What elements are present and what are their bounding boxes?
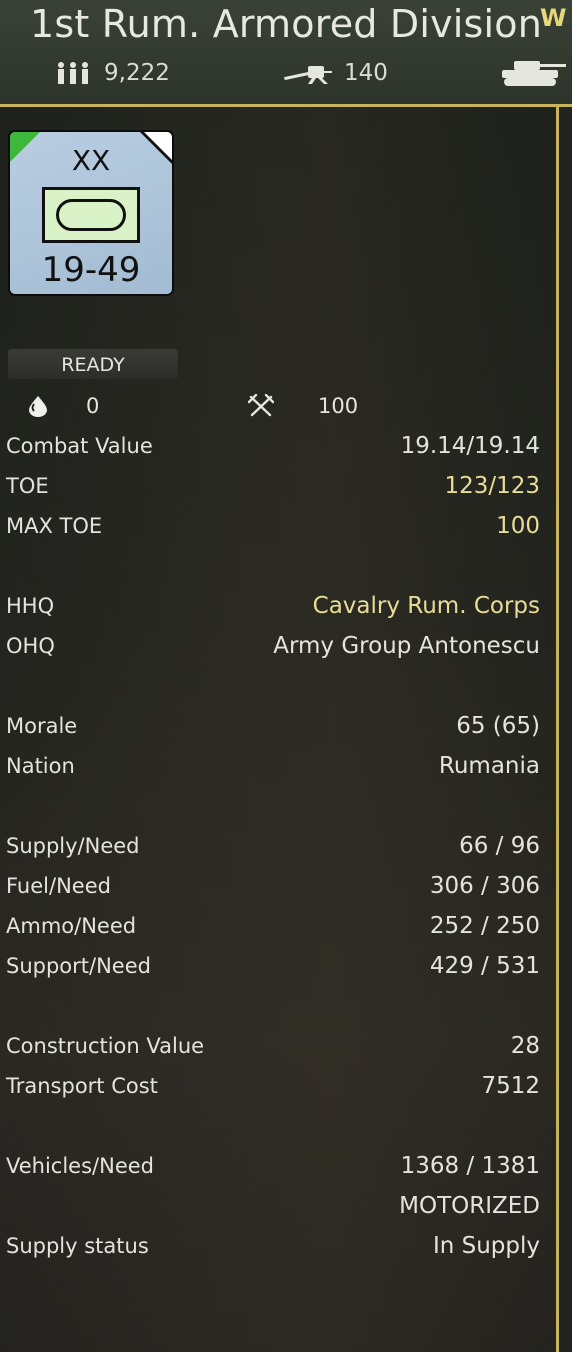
stat-label: MAX TOE [6, 514, 103, 538]
fatigue-stat: 0 [28, 392, 99, 420]
stat-label: Transport Cost [6, 1074, 158, 1098]
stat-row-nation: Nation Rumania [6, 749, 540, 783]
stat-row-ohq: OHQ Army Group Antonescu [6, 629, 540, 663]
stat-label: TOE [6, 474, 49, 498]
stat-row-combat-value: Combat Value 19.14/19.14 [6, 429, 540, 463]
stat-value: 66 / 96 [459, 833, 540, 859]
men-stat: 9,222 [56, 58, 170, 88]
stat-value: 252 / 250 [429, 913, 540, 939]
stat-row-support: Support/Need 429 / 531 [6, 949, 540, 983]
strength-label: 19-49 [41, 250, 141, 290]
stat-value: 65 (65) [456, 713, 540, 739]
unit-title: 1st Rum. Armored Division [30, 2, 543, 46]
armor-symbol [42, 187, 140, 243]
stat-value: 19.14/19.14 [400, 433, 540, 459]
stat-label: Construction Value [6, 1034, 205, 1058]
stat-value: Rumania [438, 753, 540, 779]
stat-row-fuel: Fuel/Need 306 / 306 [6, 869, 540, 903]
tank-icon [502, 61, 566, 86]
movement-type: MOTORIZED [399, 1193, 540, 1219]
men-count: 9,222 [104, 60, 170, 86]
stat-label: Combat Value [6, 434, 153, 458]
stat-row-supply-status: Supply status In Supply [6, 1229, 540, 1263]
fatigue-value: 0 [86, 394, 100, 418]
stat-value: 123/123 [444, 473, 540, 499]
stat-row-construction: Construction Value 28 [6, 1029, 540, 1063]
unit-title-suffix: W [540, 4, 567, 32]
stat-label: HHQ [6, 594, 55, 618]
stat-value: In Supply [432, 1233, 540, 1259]
stat-value: 306 / 306 [429, 873, 540, 899]
stat-value: 28 [510, 1033, 540, 1059]
stat-row-supply: Supply/Need 66 / 96 [6, 829, 540, 863]
unit-header: 1st Rum. Armored Division W 9,222 140 [0, 0, 572, 104]
stat-value: 429 / 531 [429, 953, 540, 979]
guns-count: 140 [344, 60, 388, 86]
stat-label: Supply/Need [6, 834, 140, 858]
stat-label: Support/Need [6, 954, 151, 978]
armor-oval-icon [56, 199, 126, 231]
experience-value: 100 [318, 394, 359, 418]
stat-value: 1368 / 1381 [400, 1153, 540, 1179]
echelon-label: XX [71, 144, 111, 177]
hhq-link[interactable]: Cavalry Rum. Corps [313, 589, 540, 623]
tanks-stat [500, 58, 572, 88]
stat-label: Supply status [6, 1234, 149, 1258]
unit-counter[interactable]: XX 19-49 [8, 130, 174, 296]
stat-label: Ammo/Need [6, 914, 137, 938]
stat-row-hhq[interactable]: HHQ Cavalry Rum. Corps [6, 589, 540, 623]
stat-row-max-toe: MAX TOE 100 [6, 509, 540, 543]
stat-label: Fuel/Need [6, 874, 111, 898]
stat-label: Vehicles/Need [6, 1154, 154, 1178]
stat-label: OHQ [6, 634, 55, 658]
stat-row-transport: Transport Cost 7512 [6, 1069, 540, 1103]
stat-row-vehicles: Vehicles/Need 1368 / 1381 [6, 1149, 540, 1183]
stat-row-motorized: MOTORIZED [6, 1189, 540, 1223]
stat-value: 100 [496, 513, 540, 539]
stat-value: 7512 [481, 1073, 540, 1099]
stat-row-morale: Morale 65 (65) [6, 709, 540, 743]
stat-value: Army Group Antonescu [273, 633, 540, 659]
guns-stat: 140 [282, 58, 388, 88]
stat-row-ammo: Ammo/Need 252 / 250 [6, 909, 540, 943]
ready-status: READY [8, 349, 178, 379]
experience-stat: 100 [248, 392, 358, 420]
stat-row-toe: TOE 123/123 [6, 469, 540, 503]
panel-border [556, 107, 559, 1352]
fatigue-drop-icon [29, 396, 47, 417]
stat-label: Nation [6, 754, 75, 778]
stat-label: Morale [6, 714, 78, 738]
soldiers-icon [58, 62, 88, 84]
crossed-swords-icon [248, 394, 274, 417]
artillery-icon [284, 66, 332, 84]
